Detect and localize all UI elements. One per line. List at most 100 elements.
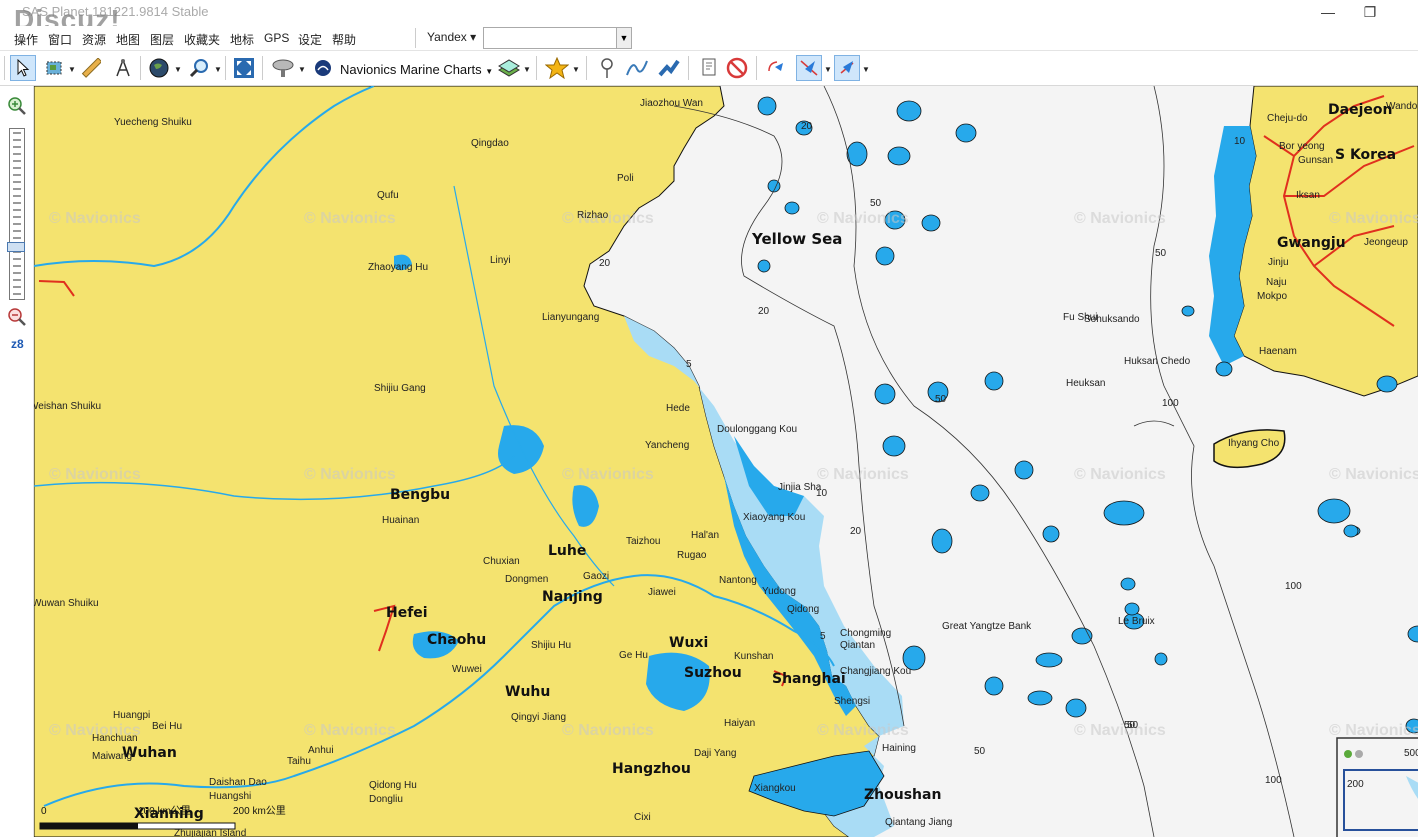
navionics-watermark: © Navionics [1329, 210, 1418, 227]
overview-map[interactable]: 500 200 [1336, 737, 1418, 837]
place-label: Qiantang Jiang [885, 817, 952, 828]
shoal-patch [1124, 602, 1140, 616]
city-label: Hangzhou [612, 761, 691, 777]
place-label: Huksan Chedo [1124, 356, 1191, 367]
path-icon[interactable] [656, 55, 682, 81]
place-label: Ihyang Cho [1228, 438, 1280, 449]
scale-100: 100 km公里 [138, 805, 191, 817]
menu-layers[interactable]: 图层 [150, 31, 174, 48]
layer-dropdown[interactable]: Yandex ▾ [427, 30, 476, 44]
depth-label: 20 [758, 306, 770, 317]
route-icon[interactable] [624, 55, 650, 81]
chevron-down-icon[interactable]: ▼ [523, 65, 531, 74]
menu-help[interactable]: 帮助 [332, 31, 356, 48]
compass-icon[interactable] [110, 55, 136, 81]
zoom-slider-thumb[interactable] [7, 242, 25, 252]
depth-label: 20 [599, 258, 611, 269]
toolbar-separator [225, 56, 226, 80]
chart-map[interactable]: © Navionics © Navionics © Navionics © Na… [34, 86, 1418, 837]
menu-placemarks[interactable]: 地标 [230, 31, 254, 48]
fullscreen-icon[interactable] [231, 55, 257, 81]
chevron-down-icon[interactable]: ▼ [862, 65, 870, 74]
chevron-down-icon[interactable]: ▼ [174, 65, 182, 74]
navionics-watermark: © Navionics [304, 722, 396, 739]
city-label: Hefei [386, 605, 428, 621]
shoal-patch [1376, 375, 1398, 393]
menu-operations[interactable]: 操作 [14, 31, 38, 48]
zoom-slider[interactable] [9, 128, 25, 300]
chevron-down-icon[interactable]: ▼ [298, 65, 306, 74]
gps-center-icon[interactable] [834, 55, 860, 81]
layers-icon[interactable] [496, 55, 522, 81]
place-label: Yudong [762, 586, 796, 597]
star-icon[interactable] [544, 55, 570, 81]
place-label: Daishan Dao [209, 777, 267, 788]
zoom-out-icon[interactable] [7, 307, 27, 327]
shoal-patch [1065, 698, 1087, 718]
zoom-ticks [13, 132, 21, 295]
city-label: Gwangju [1277, 235, 1346, 251]
menu-gps[interactable]: GPS [264, 31, 289, 45]
restore-button[interactable]: ❐ [1350, 2, 1390, 22]
menu-map[interactable]: 地图 [116, 31, 140, 48]
menu-separator [415, 28, 416, 48]
menu-window[interactable]: 窗口 [48, 31, 72, 48]
menu-favorites[interactable]: 收藏夹 [184, 31, 220, 48]
place-label: Daji Yang [694, 748, 736, 759]
shoal-patch [896, 100, 922, 122]
place-label: Lianyungang [542, 312, 599, 323]
place-label: Huangshi [209, 791, 251, 802]
toolbar-separator [688, 56, 689, 80]
menu-sources[interactable]: 资源 [82, 31, 106, 48]
place-label: Wuwei [452, 664, 482, 675]
depth-label: 5 [820, 631, 826, 642]
map-source-label[interactable]: Navionics Marine Charts ▼ [340, 62, 493, 77]
depth-label: 100 [1162, 398, 1179, 409]
city-label: Nanjing [542, 589, 603, 605]
zoom-in-icon[interactable] [7, 96, 27, 116]
cursor-icon[interactable] [10, 55, 36, 81]
chevron-down-icon[interactable]: ▼ [572, 65, 580, 74]
place-label: Le Bruix [1118, 616, 1155, 627]
toolbar-separator [586, 56, 587, 80]
navionics-watermark: © Navionics [817, 466, 909, 483]
chevron-down-icon[interactable]: ▼ [214, 65, 222, 74]
place-label: Kunshan [734, 651, 773, 662]
select-area-icon[interactable] [42, 55, 68, 81]
navionics-watermark: © Navionics [304, 466, 396, 483]
ruler-icon[interactable] [78, 55, 104, 81]
shoal-patch [1317, 498, 1351, 524]
shoal-patch [984, 371, 1004, 391]
depth-label: 50 [1155, 248, 1167, 259]
layer-combo-box[interactable]: ▼ [483, 27, 632, 49]
zoom-lens-icon[interactable] [186, 55, 212, 81]
globe-icon[interactable] [146, 55, 172, 81]
menu-settings[interactable]: 设定 [298, 31, 322, 48]
place-label: Gunsan [1298, 155, 1333, 166]
zoom-level-label: z8 [11, 337, 24, 351]
pin-icon[interactable] [594, 55, 620, 81]
place-label: Jeongeup [1364, 237, 1408, 248]
place-label: Cixi [634, 812, 651, 823]
notes-icon[interactable] [696, 55, 722, 81]
city-label: Wuhu [505, 684, 550, 700]
minimize-button[interactable]: — [1308, 2, 1348, 22]
place-label: Yancheng [645, 440, 689, 451]
gps-icon[interactable] [764, 55, 790, 81]
chevron-down-icon[interactable]: ▼ [616, 28, 631, 48]
satellite-dish-icon[interactable] [270, 55, 296, 81]
place-label: Cheju-do [1267, 113, 1308, 124]
place-label: Qiantan [840, 640, 875, 651]
shoal-patch [1120, 577, 1136, 591]
place-label: Hanchuan [92, 733, 138, 744]
chevron-down-icon[interactable]: ▼ [824, 65, 832, 74]
navionics-watermark: © Navionics [562, 466, 654, 483]
zoom-sidebar: z8 [0, 86, 34, 837]
overview-collapse-icon[interactable] [1355, 750, 1363, 758]
place-label: Heuksan [1066, 378, 1105, 389]
shoal-patch [874, 383, 896, 405]
overview-expand-icon[interactable] [1344, 750, 1352, 758]
gps-track-icon[interactable] [796, 55, 822, 81]
forbidden-icon[interactable] [724, 55, 750, 81]
chevron-down-icon[interactable]: ▼ [68, 65, 76, 74]
